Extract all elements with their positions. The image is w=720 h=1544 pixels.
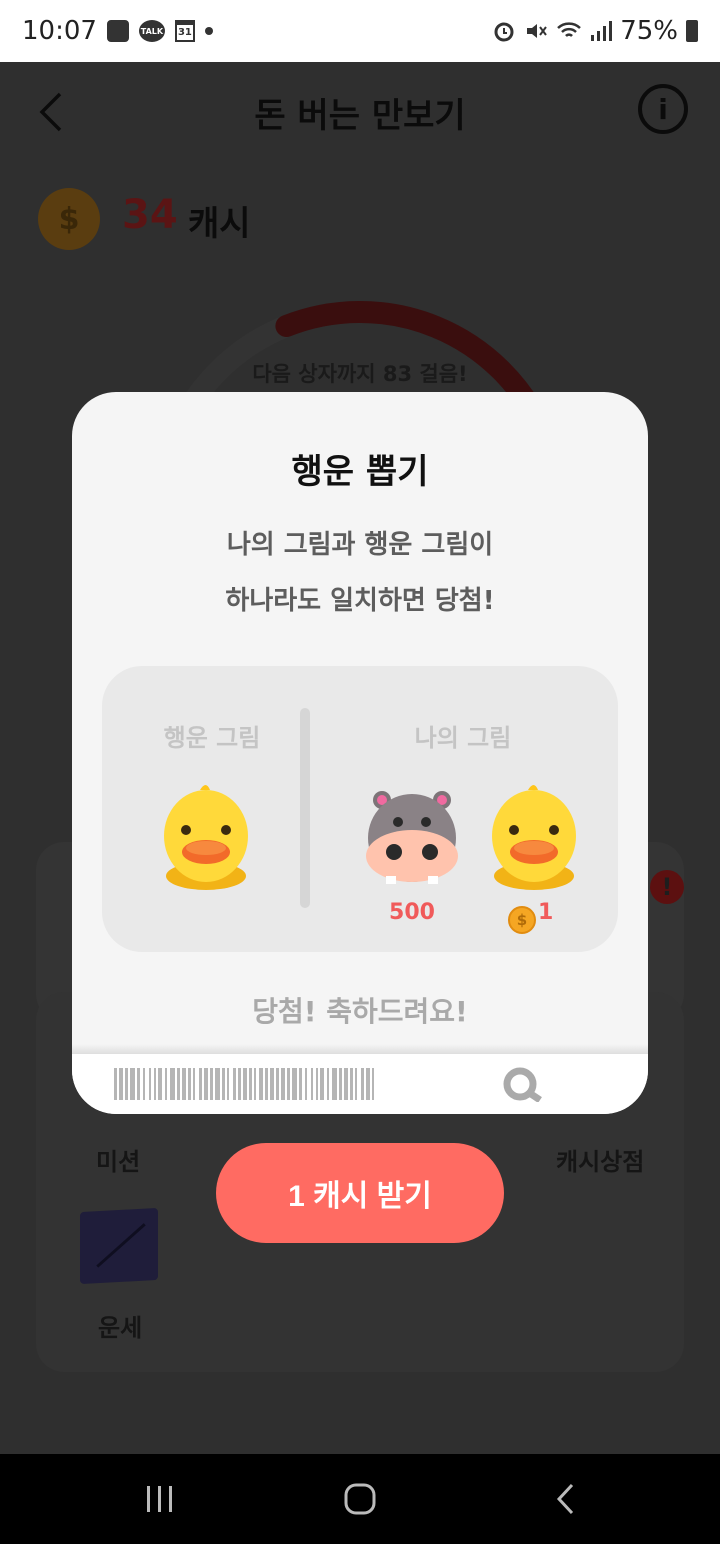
recent-apps-button[interactable] bbox=[140, 1476, 180, 1522]
dialog-description-line1: 나의 그림과 행운 그림이 bbox=[226, 530, 494, 560]
status-time: 10:07 bbox=[22, 16, 97, 46]
calendar-icon: 31 bbox=[174, 20, 195, 42]
barcode-icon bbox=[114, 1068, 374, 1100]
battery-icon bbox=[686, 20, 698, 42]
battery-percent: 75% bbox=[620, 16, 678, 46]
menu-item-fortune[interactable]: 운세 bbox=[98, 1308, 142, 1343]
panel-divider bbox=[300, 708, 310, 908]
fortune-icon[interactable] bbox=[80, 1207, 158, 1285]
info-icon: i bbox=[658, 92, 668, 126]
lucky-picture-label: 행운 그림 bbox=[163, 724, 261, 752]
status-bar: 10:07 TALK 31 75% bbox=[0, 0, 720, 62]
draw-panel: 행운 그림 나의 그림 500 $ 1 bbox=[102, 666, 618, 952]
status-right: 75% bbox=[492, 16, 698, 46]
alarm-icon bbox=[494, 22, 514, 42]
home-icon bbox=[344, 1483, 376, 1515]
recent-apps-icon bbox=[147, 1486, 172, 1512]
search-logo-icon bbox=[503, 1067, 542, 1102]
lucky-draw-dialog: 행운 뽑기 나의 그림과 행운 그림이 하나라도 일치하면 당첨! 행운 그림 … bbox=[72, 392, 648, 1114]
more-notifications-icon bbox=[204, 27, 213, 35]
home-button[interactable] bbox=[340, 1476, 380, 1522]
next-box-text: 다음 상자까지 83 걸음! bbox=[252, 362, 468, 386]
hippo-icon bbox=[366, 791, 458, 884]
alert-icon: ! bbox=[650, 870, 684, 904]
coin-icon: $ bbox=[38, 188, 100, 250]
back-icon bbox=[556, 1483, 574, 1515]
my-picture-label: 나의 그림 bbox=[414, 724, 512, 752]
duck-prize: 1 bbox=[538, 900, 554, 925]
wifi-icon bbox=[557, 22, 582, 37]
duck-icon bbox=[492, 785, 576, 890]
result-text: 당첨! 축하드려요! bbox=[252, 995, 468, 1028]
mute-icon bbox=[527, 24, 548, 38]
menu-item-cash-shop[interactable]: 캐시상점 bbox=[556, 1142, 644, 1177]
page-title: 돈 버는 만보기 bbox=[254, 96, 466, 136]
signal-icon bbox=[591, 21, 613, 41]
coin-icon: $ bbox=[508, 906, 536, 934]
duck-icon bbox=[164, 785, 248, 890]
nav-back-button[interactable] bbox=[546, 1476, 586, 1522]
cash-amount: 34 bbox=[122, 192, 178, 238]
info-button[interactable]: i bbox=[638, 84, 688, 134]
receive-cash-button[interactable]: 1 캐시 받기 bbox=[216, 1143, 504, 1243]
menu-item-mission[interactable]: 미션 bbox=[96, 1142, 140, 1177]
cash-unit: 캐시 bbox=[188, 204, 251, 244]
system-navigation-bar bbox=[0, 1454, 720, 1544]
dialog-title: 행운 뽑기 bbox=[291, 452, 429, 492]
dialog-description-line2: 하나라도 일치하면 당첨! bbox=[225, 586, 495, 616]
kakaotalk-icon: TALK bbox=[138, 20, 165, 42]
gallery-icon bbox=[106, 20, 129, 42]
status-left: 10:07 TALK 31 bbox=[22, 16, 213, 46]
ticket-footer bbox=[72, 1044, 648, 1114]
hippo-prize: 500 bbox=[389, 900, 435, 925]
